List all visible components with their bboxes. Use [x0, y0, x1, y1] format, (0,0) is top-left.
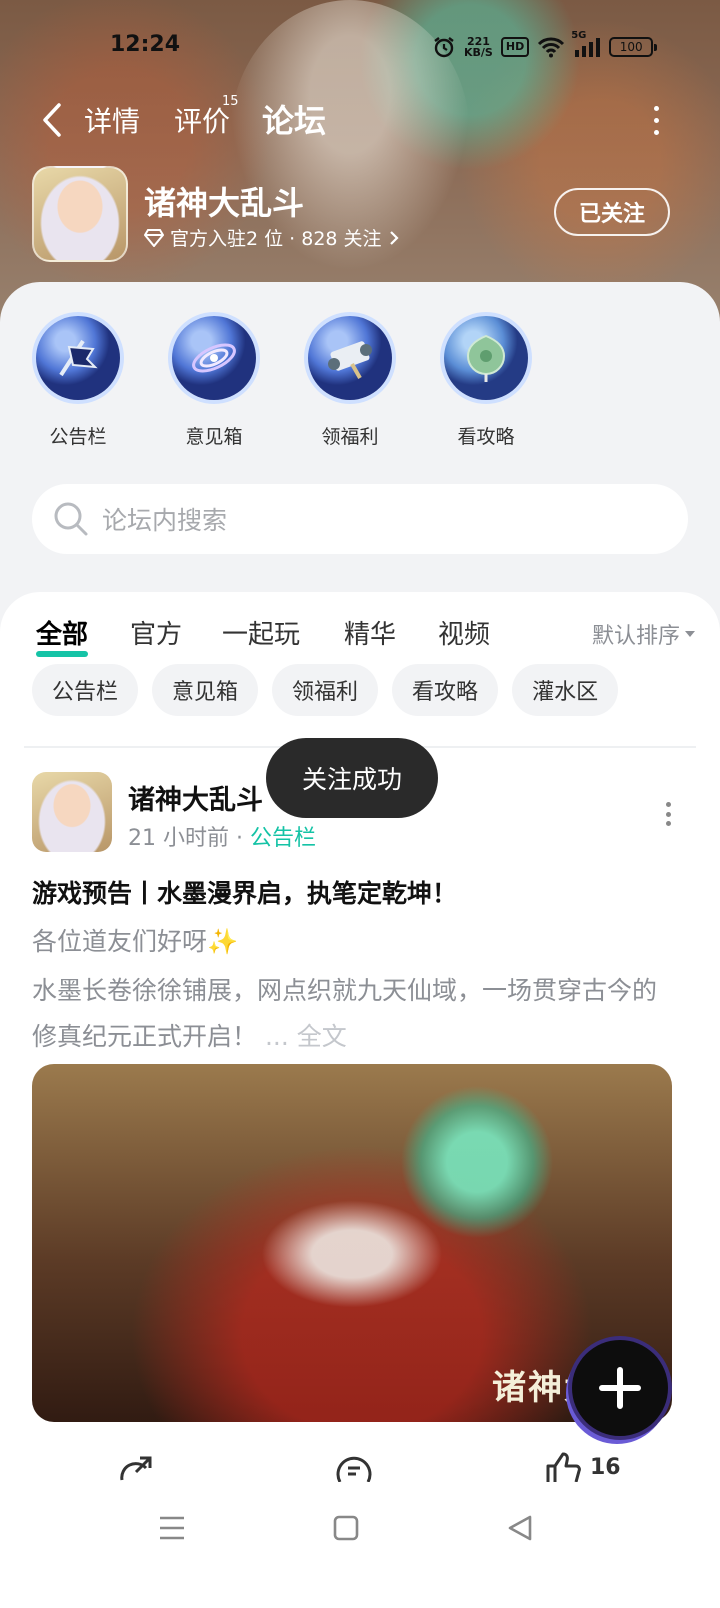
tab-detail[interactable]: 详情	[84, 100, 140, 140]
post-author-avatar[interactable]	[32, 772, 112, 852]
banner-flag-icon	[36, 316, 120, 400]
quick-link-feedback[interactable]: 意见箱	[164, 316, 264, 449]
wifi-icon	[537, 36, 565, 58]
create-post-button[interactable]	[572, 1340, 668, 1436]
post-title[interactable]: 游戏预告丨水墨漫界启，执笔定乾坤！	[32, 874, 688, 910]
game-avatar[interactable]	[32, 166, 128, 262]
home-button[interactable]	[326, 1508, 366, 1548]
tab-forum[interactable]: 论坛	[262, 96, 327, 142]
status-bar: 12:24 221 KB/S HD 5G 100	[0, 28, 720, 64]
game-meta-text: 官方入驻2 位 · 828 关注	[170, 228, 382, 250]
game-info: 诸神大乱斗 官方入驻2 位 · 828 关注 已关注	[32, 166, 692, 262]
toast-message: 关注成功	[266, 738, 438, 818]
search-input[interactable]: 论坛内搜索	[32, 484, 688, 554]
alarm-icon	[432, 35, 456, 59]
back-triangle-icon	[508, 1515, 532, 1541]
tab-featured[interactable]: 精华	[344, 614, 396, 651]
system-navigation-bar	[0, 1486, 720, 1608]
tab-play-together[interactable]: 一起玩	[222, 614, 300, 651]
status-time: 12:24	[110, 32, 181, 57]
search-placeholder: 论坛内搜索	[102, 506, 228, 535]
tab-video[interactable]: 视频	[438, 614, 490, 651]
tab-all[interactable]: 全部	[36, 614, 89, 657]
jade-pendant-icon	[444, 316, 528, 400]
game-meta[interactable]: 官方入驻2 位 · 828 关注	[144, 224, 400, 251]
post-greeting: 各位道友们好呀✨	[32, 927, 239, 956]
menu-icon	[160, 1516, 184, 1540]
game-header: 12:24 221 KB/S HD 5G 100 详情 评价 15 论坛 诸神大…	[0, 0, 720, 330]
chip-guides[interactable]: 看攻略	[392, 664, 499, 716]
share-icon	[120, 1456, 152, 1481]
post-more-button[interactable]	[664, 802, 672, 826]
menu-button[interactable]	[152, 1508, 192, 1548]
quick-link-guides[interactable]: 看攻略	[436, 316, 536, 449]
category-chips: 公告栏 意见箱 领福利 看攻略 灌水区	[32, 664, 692, 716]
comment-button[interactable]	[334, 1452, 374, 1482]
back-button[interactable]	[32, 98, 72, 142]
thumbs-up-icon	[546, 1452, 581, 1482]
chevron-right-icon	[389, 230, 399, 245]
filter-tabs: 全部 官方 一起玩 精华 视频 默认排序	[36, 614, 696, 664]
system-back-button[interactable]	[500, 1508, 540, 1548]
follow-button[interactable]: 已关注	[554, 188, 670, 236]
post-actions: 16	[0, 1446, 720, 1486]
post-tag[interactable]: 公告栏	[250, 826, 316, 851]
read-more-link[interactable]: ... 全文	[265, 1022, 347, 1051]
post-author[interactable]: 诸神大乱斗	[128, 778, 263, 817]
post-meta: 21 小时前 · 公告栏	[128, 826, 316, 851]
net-speed: 221 KB/S	[464, 35, 493, 59]
scroll-icon	[308, 316, 392, 400]
diamond-icon	[144, 228, 164, 247]
more-options-button[interactable]	[646, 102, 666, 138]
galaxy-icon	[172, 316, 256, 400]
cellular-signal-icon: 5G	[571, 30, 601, 58]
chip-announcement[interactable]: 公告栏	[32, 664, 139, 716]
like-button[interactable]: 16	[544, 1452, 621, 1482]
chip-chat[interactable]: 灌水区	[512, 664, 619, 716]
quick-panel: 公告栏 意见箱 领福利 看攻略 论坛内搜索	[0, 282, 720, 592]
share-button[interactable]	[118, 1452, 156, 1482]
review-count-badge: 15	[222, 94, 239, 109]
comment-icon	[336, 1456, 372, 1482]
chip-feedback[interactable]: 意见箱	[152, 664, 259, 716]
caret-down-icon	[685, 631, 695, 637]
nav-row: 详情 评价 15 论坛	[0, 92, 720, 148]
tab-official[interactable]: 官方	[130, 614, 182, 651]
quick-link-rewards[interactable]: 领福利	[300, 316, 400, 449]
status-icons: 221 KB/S HD 5G 100	[432, 30, 658, 62]
search-icon	[54, 502, 88, 536]
post-body[interactable]: 水墨长卷徐徐铺展，网点织就九天仙域，一场贯穿古今的修真纪元正式开启！ ... 全…	[32, 968, 672, 1060]
like-count: 16	[590, 1454, 621, 1480]
back-arrow-icon	[43, 103, 61, 137]
sort-button[interactable]: 默认排序	[592, 618, 696, 650]
chip-rewards[interactable]: 领福利	[272, 664, 379, 716]
plus-icon	[599, 1367, 641, 1409]
home-square-icon	[333, 1515, 359, 1541]
hd-icon: HD	[500, 37, 530, 57]
battery-icon: 100	[609, 37, 658, 57]
game-title: 诸神大乱斗	[144, 184, 305, 222]
quick-link-announcement[interactable]: 公告栏	[28, 316, 128, 449]
